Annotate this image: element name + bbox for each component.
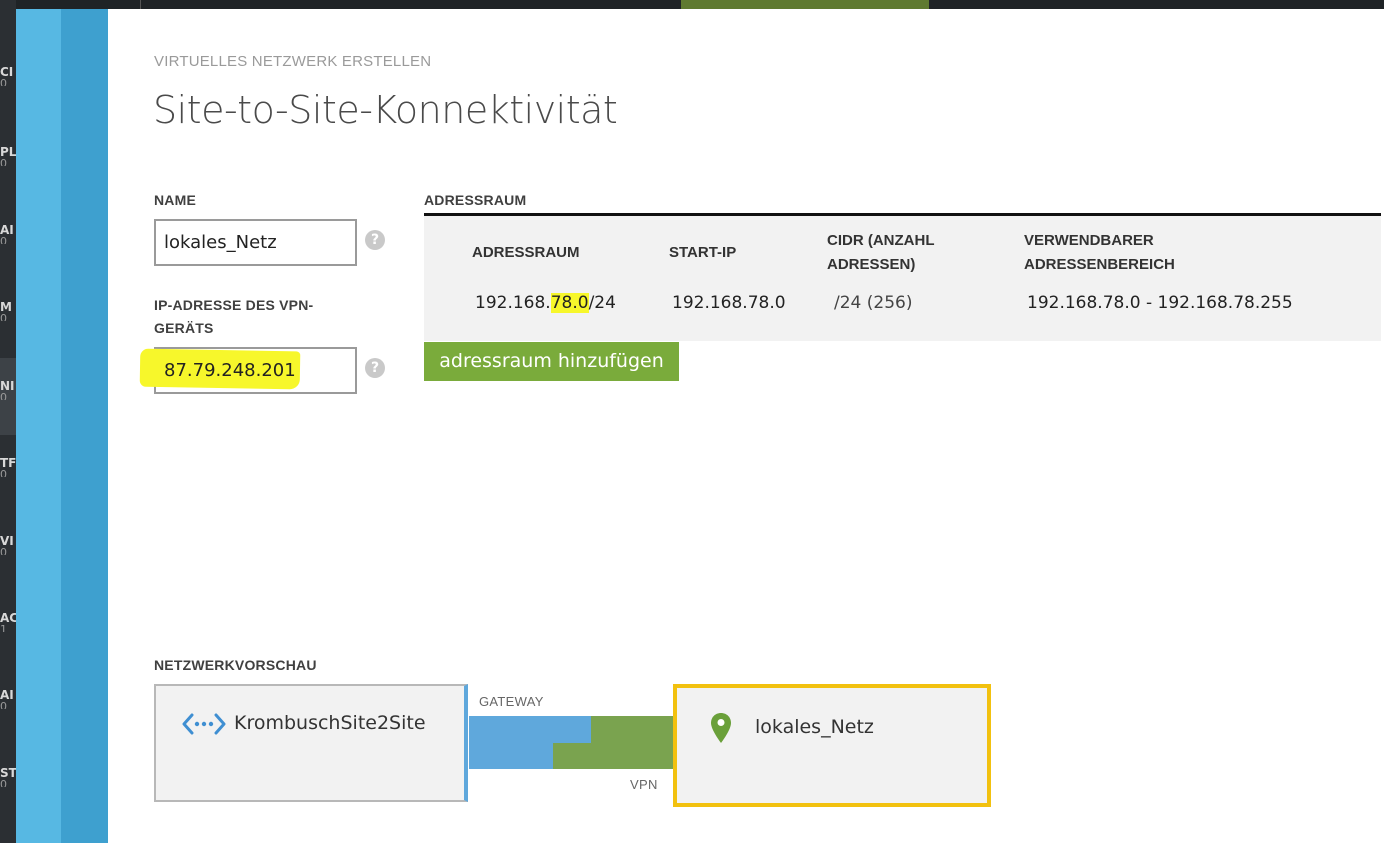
network-preview-label: NETZWERKVORSCHAU [154, 657, 317, 673]
left-nav-item[interactable]: AC 1 [0, 612, 16, 632]
left-nav-item[interactable]: TF 0 [0, 457, 16, 477]
name-label: NAME [154, 192, 197, 208]
location-pin-icon [711, 713, 731, 743]
address-space-cell[interactable]: 192.168.78.0/24 [475, 291, 616, 315]
left-nav-item[interactable]: M0 [0, 301, 16, 321]
vpn-address-label-line2: GERÄTS [154, 320, 214, 336]
local-network-node[interactable]: lokales_Netz [673, 684, 991, 807]
portal-top-bar [0, 0, 1384, 9]
column-header-cidr-line1: CIDR (ANZAHL [827, 232, 935, 249]
virtual-network-node: KrombuschSite2Site [154, 684, 468, 802]
left-nav-item[interactable]: ST 0 [0, 767, 16, 787]
name-help-icon[interactable]: ? [365, 230, 385, 250]
column-header-range-line2: ADRESSENBEREICH [1024, 256, 1175, 273]
left-nav-item[interactable]: AI 0 [0, 689, 16, 709]
vpn-link-step [553, 743, 591, 769]
add-address-space-button[interactable]: adressraum hinzufügen [424, 342, 679, 381]
local-network-name: lokales_Netz [755, 716, 874, 738]
vpn-address-label-line1: IP-ADRESSE DES VPN- [154, 297, 314, 313]
address-space-label: ADRESSRAUM [424, 192, 527, 208]
address-suffix: /24 [588, 293, 616, 313]
gateway-link [469, 716, 553, 769]
name-input-value: lokales_Netz [164, 232, 277, 253]
vpn-help-icon[interactable]: ? [365, 358, 385, 378]
top-bar-action-button[interactable] [681, 0, 929, 9]
left-nav-item[interactable]: NI 0 [0, 380, 16, 400]
page-title: Site-to-Site-Konnektivität [153, 88, 618, 132]
left-nav-item[interactable]: CI 0 [0, 66, 16, 86]
column-header-cidr-line2: ADRESSEN) [827, 256, 916, 273]
gateway-label: GATEWAY [479, 694, 544, 709]
left-nav-item[interactable]: VI 0 [0, 535, 16, 555]
left-nav-item[interactable]: AI 0 [0, 224, 16, 244]
top-bar-divider [140, 0, 141, 9]
column-header-start-ip: START-IP [669, 244, 737, 261]
vpn-address-input-value: 87.79.248.201 [164, 360, 296, 381]
virtual-network-icon [182, 713, 226, 735]
wizard-side-stripe-light [16, 9, 61, 843]
cidr-cell[interactable]: /24 (256) [834, 291, 912, 315]
usable-range-cell: 192.168.78.0 - 192.168.78.255 [1027, 293, 1293, 313]
name-input[interactable]: lokales_Netz [154, 219, 357, 266]
address-highlighted-octets: 78.0 [550, 293, 589, 313]
left-nav-item[interactable]: PL 0 [0, 146, 16, 166]
wizard-subtitle: VIRTUELLES NETZWERK ERSTELLEN [154, 53, 432, 70]
vpn-link [591, 716, 673, 769]
vpn-label: VPN [630, 777, 658, 792]
gateway-link-step [553, 716, 591, 743]
wizard-side-stripe-dark [61, 9, 108, 843]
column-header-adressraum: ADRESSRAUM [472, 244, 580, 261]
column-header-range-line1: VERWENDBARER [1024, 232, 1154, 249]
address-prefix: 192.168. [475, 293, 551, 313]
start-ip-cell[interactable]: 192.168.78.0 [672, 291, 786, 315]
virtual-network-name: KrombuschSite2Site [234, 712, 426, 734]
